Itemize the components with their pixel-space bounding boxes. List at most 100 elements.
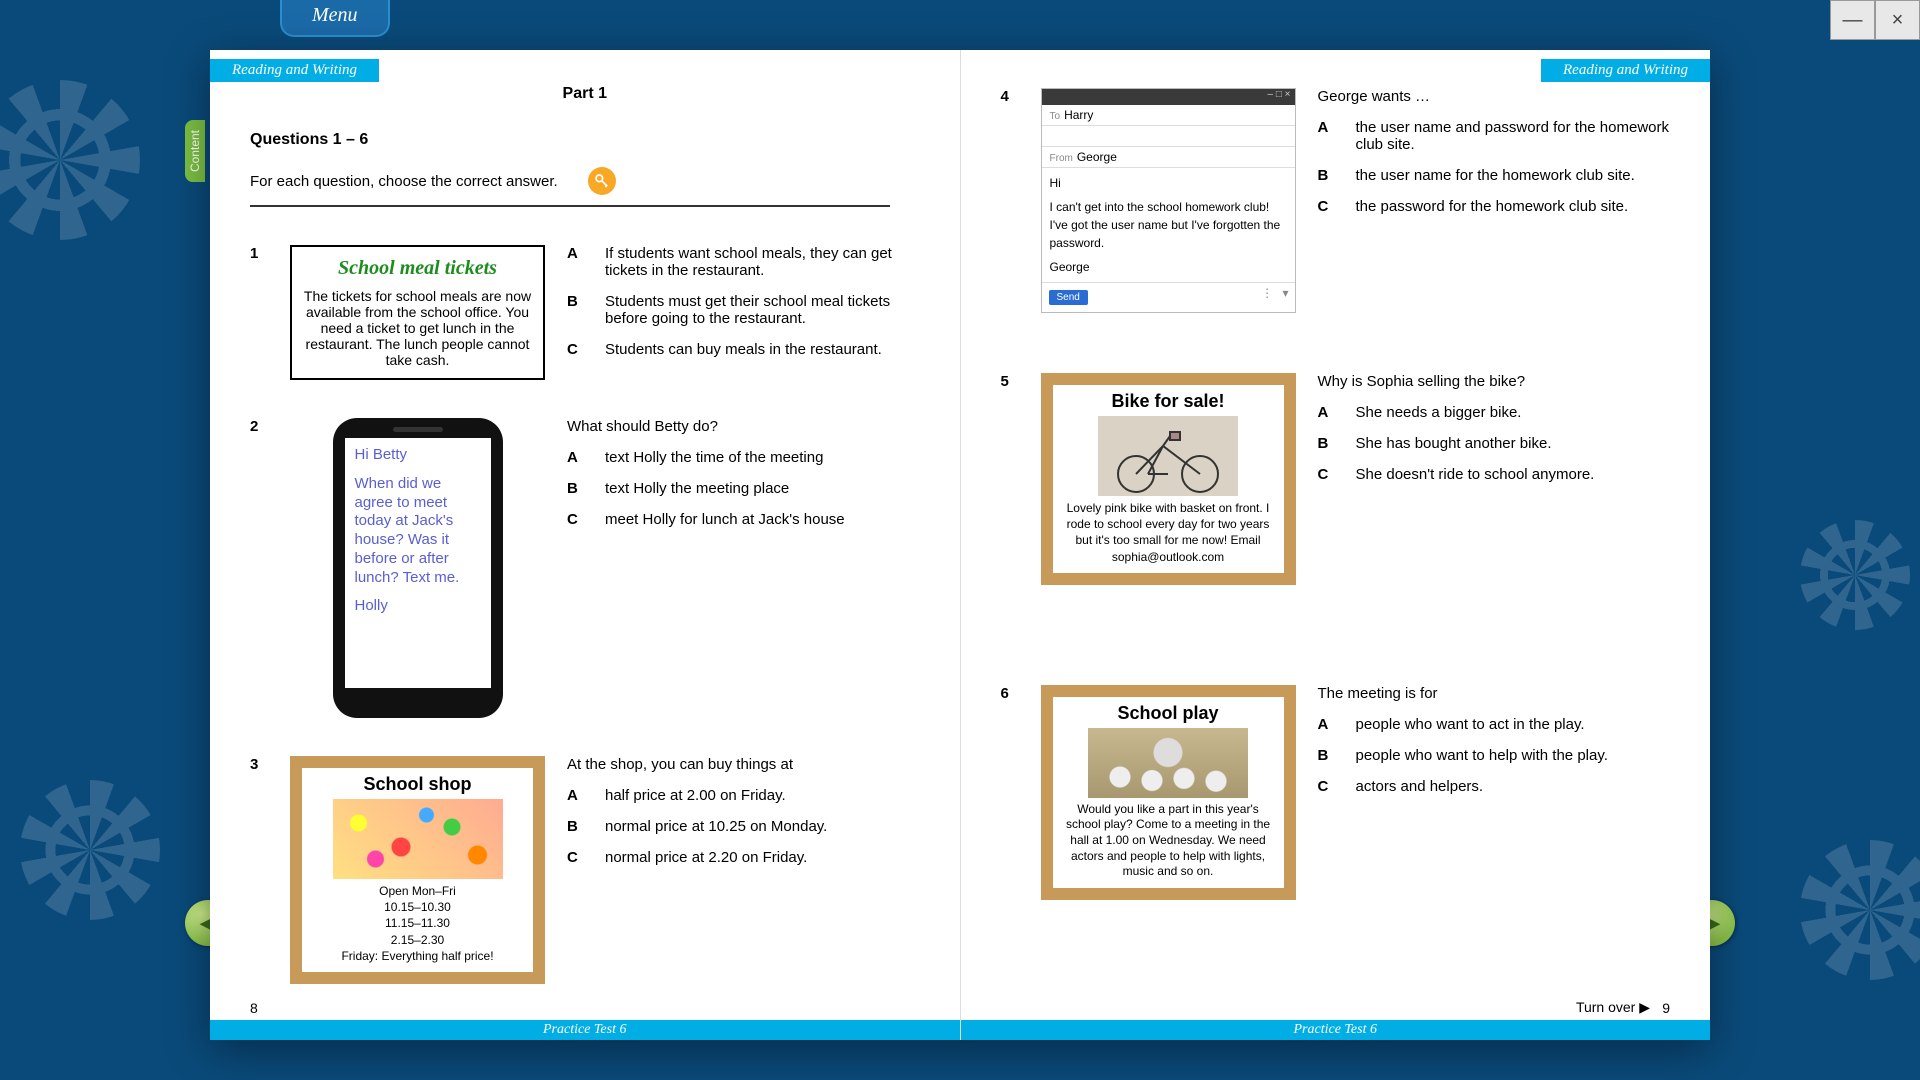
q4-option-c[interactable]: C <box>1318 198 1334 215</box>
q6-option-b[interactable]: B <box>1318 747 1334 764</box>
bg-gear-icon <box>1800 520 1910 630</box>
footer-left: Practice Test 6 <box>210 1020 960 1040</box>
q1-option-c[interactable]: C <box>567 341 583 358</box>
q1-option-b[interactable]: B <box>567 293 583 327</box>
q5-option-b[interactable]: B <box>1318 435 1334 452</box>
play-image <box>1088 728 1248 798</box>
q1-option-a[interactable]: A <box>567 245 583 279</box>
close-button[interactable]: × <box>1875 0 1920 40</box>
q2-phone-greeting: Hi Betty <box>355 446 481 465</box>
q5-title: Bike for sale! <box>1061 391 1276 412</box>
question-number: 5 <box>1001 373 1019 585</box>
q3-option-b[interactable]: B <box>567 818 583 835</box>
email-titlebar <box>1042 89 1295 105</box>
content-tab-button[interactable]: Content <box>185 120 205 182</box>
option-text: normal price at 2.20 on Friday. <box>605 849 920 866</box>
email-cc-row <box>1042 126 1295 147</box>
option-text: She doesn't ride to school anymore. <box>1356 466 1671 483</box>
option-text: If students want school meals, they can … <box>605 245 920 279</box>
option-text: the password for the homework club site. <box>1356 198 1671 215</box>
q3-friday: Friday: Everything half price! <box>310 948 525 964</box>
question-number: 1 <box>250 245 268 380</box>
q2-prompt: What should Betty do? <box>567 418 920 435</box>
q6-prompt: The meeting is for <box>1318 685 1671 702</box>
option-text: the user name and password for the homew… <box>1356 119 1671 153</box>
q3-notice: School shop Open Mon–Fri 10.15–10.30 11.… <box>290 756 545 984</box>
q1-notice: School meal tickets The tickets for scho… <box>290 245 545 380</box>
q3-times: 2.15–2.30 <box>310 932 525 948</box>
q4-option-a[interactable]: A <box>1318 119 1334 153</box>
email-send-button: Send <box>1049 290 1088 305</box>
instruction-text: For each question, choose the correct an… <box>250 173 558 190</box>
q3-open: Open Mon–Fri <box>310 883 525 899</box>
email-to-label: To <box>1050 111 1061 122</box>
turn-over-text: Turn over ▶ <box>1576 999 1650 1016</box>
q3-option-c[interactable]: C <box>567 849 583 866</box>
bike-image <box>1098 416 1238 496</box>
option-text: normal price at 10.25 on Monday. <box>605 818 920 835</box>
question-number: 2 <box>250 418 268 718</box>
q6-notice: School play Would you like a part in thi… <box>1041 685 1296 900</box>
page-number-right: 9 <box>1662 1000 1670 1016</box>
q2-phone-body: When did we agree to meet today at Jack'… <box>355 475 481 588</box>
q3-option-a[interactable]: A <box>567 787 583 804</box>
question-range: Questions 1 – 6 <box>250 131 920 149</box>
question-number: 4 <box>1001 88 1019 313</box>
section-tab-right: Reading and Writing <box>1541 59 1710 82</box>
question-5: 5 Bike for sale! Lovely pink bike with b… <box>1001 373 1671 585</box>
q6-title: School play <box>1061 703 1276 724</box>
q4-prompt: George wants … <box>1318 88 1671 105</box>
option-text: actors and helpers. <box>1356 778 1671 795</box>
question-2: 2 Hi Betty When did we agree to meet tod… <box>250 418 920 718</box>
minimize-button[interactable]: — <box>1830 0 1875 40</box>
email-attach-icons: ⋮ ▾ <box>1261 286 1291 300</box>
option-text: text Holly the meeting place <box>605 480 920 497</box>
question-3: 3 School shop Open Mon–Fri 10.15–10.30 1… <box>250 756 920 984</box>
section-tab-left: Reading and Writing <box>210 59 379 82</box>
q5-option-c[interactable]: C <box>1318 466 1334 483</box>
q1-notice-body: The tickets for school meals are now ava… <box>300 288 535 368</box>
option-text: people who want to act in the play. <box>1356 716 1671 733</box>
q3-title: School shop <box>310 774 525 795</box>
q5-notice: Bike for sale! Lovely pink bike with bas… <box>1041 373 1296 585</box>
q5-body: Lovely pink bike with basket on front. I… <box>1061 500 1276 565</box>
option-text: She has bought another bike. <box>1356 435 1671 452</box>
footer-right: Practice Test 6 <box>961 1020 1711 1040</box>
bg-gear-icon <box>0 80 140 240</box>
q2-option-c[interactable]: C <box>567 511 583 528</box>
q5-option-a[interactable]: A <box>1318 404 1334 421</box>
window-controls: — × <box>1830 0 1920 40</box>
option-text: the user name for the homework club site… <box>1356 167 1671 184</box>
candy-image <box>333 799 503 879</box>
q3-prompt: At the shop, you can buy things at <box>567 756 920 773</box>
answer-key-button[interactable] <box>588 167 616 195</box>
email-to-value: Harry <box>1064 108 1093 122</box>
question-1: 1 School meal tickets The tickets for sc… <box>250 245 920 380</box>
q5-prompt: Why is Sophia selling the bike? <box>1318 373 1671 390</box>
question-4: 4 ToHarry FromGeorge Hi I can't get into… <box>1001 88 1671 313</box>
q3-times: 10.15–10.30 <box>310 899 525 915</box>
option-text: text Holly the time of the meeting <box>605 449 920 466</box>
question-6: 6 School play Would you like a part in t… <box>1001 685 1671 900</box>
q6-option-a[interactable]: A <box>1318 716 1334 733</box>
q6-body: Would you like a part in this year's sch… <box>1061 802 1276 880</box>
email-body-sign: George <box>1050 258 1287 276</box>
option-text: She needs a bigger bike. <box>1356 404 1671 421</box>
email-body-text: I can't get into the school homework clu… <box>1050 198 1287 252</box>
q4-email: ToHarry FromGeorge Hi I can't get into t… <box>1041 88 1296 313</box>
option-text: half price at 2.00 on Friday. <box>605 787 920 804</box>
option-text: Students can buy meals in the restaurant… <box>605 341 920 358</box>
option-text: people who want to help with the play. <box>1356 747 1671 764</box>
q2-option-b[interactable]: B <box>567 480 583 497</box>
email-from-label: From <box>1050 153 1073 164</box>
option-text: meet Holly for lunch at Jack's house <box>605 511 920 528</box>
q2-option-a[interactable]: A <box>567 449 583 466</box>
q3-times: 11.15–11.30 <box>310 915 525 931</box>
question-number: 6 <box>1001 685 1019 900</box>
q4-option-b[interactable]: B <box>1318 167 1334 184</box>
question-number: 3 <box>250 756 268 984</box>
page-spread: Reading and Writing Part 1 Questions 1 –… <box>210 50 1710 1040</box>
menu-button[interactable]: Menu <box>280 0 390 37</box>
right-page: Reading and Writing 4 ToHarry From George… <box>961 50 1711 1040</box>
q6-option-c[interactable]: C <box>1318 778 1334 795</box>
